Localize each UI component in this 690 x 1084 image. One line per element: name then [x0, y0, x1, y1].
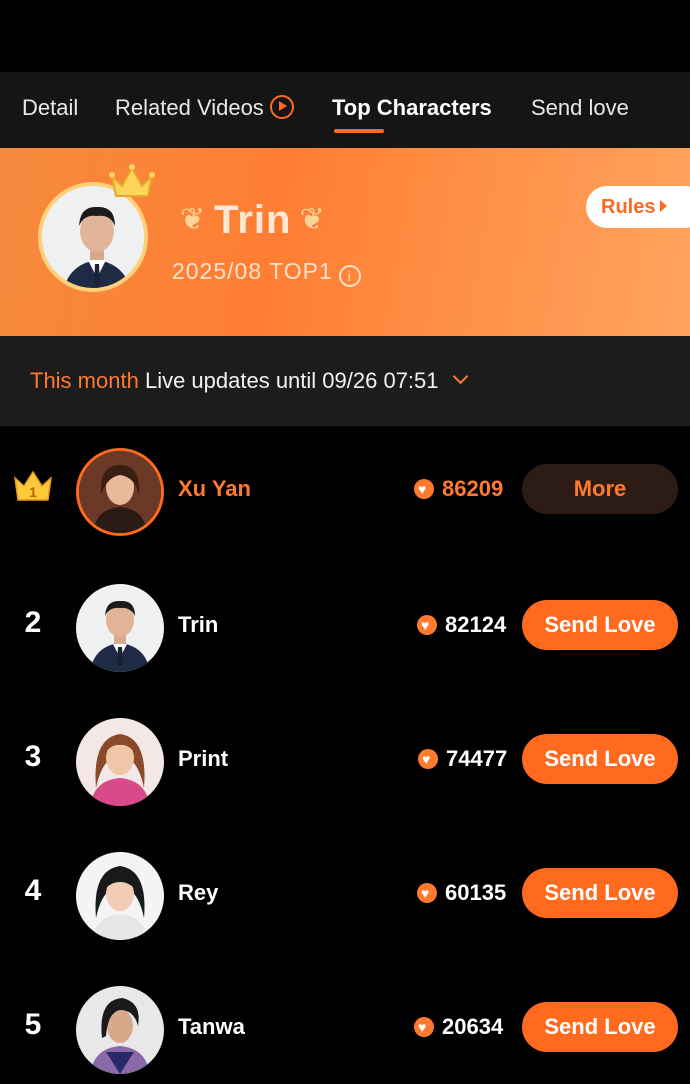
character-name: Xu Yan — [178, 476, 251, 501]
rank-number: 4 — [24, 874, 42, 907]
avatar[interactable] — [76, 986, 164, 1074]
character-name: Rey — [178, 880, 219, 905]
rank-number: 3 — [24, 740, 42, 773]
love-score: 74477 — [418, 746, 507, 772]
love-score: 82124 — [417, 612, 506, 638]
character-name: Tanwa — [178, 1014, 245, 1039]
period-live-updates: Live updates until 09/26 07:51 — [144, 368, 439, 393]
rank-crown-number: 1 — [29, 484, 37, 500]
tab-bar: Detail Related Videos Top Characters Sen… — [0, 72, 690, 148]
top-character-rank: 2025/08 TOP1 — [172, 258, 333, 284]
character-name: Trin — [178, 612, 219, 637]
rank-number: 5 — [24, 1008, 42, 1041]
heart-icon — [417, 883, 437, 903]
period-month: This month — [30, 368, 139, 393]
period-text: This month Live updates until 09/26 07:5… — [30, 368, 468, 394]
top-character-rank-row: 2025/08 TOP1 i — [172, 258, 361, 287]
rules-button-label: Rules — [601, 196, 656, 218]
love-score-value: 82124 — [445, 612, 507, 637]
rank-crown-icon: 1 — [13, 470, 53, 501]
caret-right-icon — [660, 200, 668, 212]
love-score-value: 74477 — [446, 746, 508, 771]
avatar[interactable] — [76, 852, 164, 940]
heart-icon — [414, 1017, 434, 1037]
ranking-row-3: 3 Print 74477 Send Love — [0, 708, 690, 818]
send-love-button[interactable]: Send Love — [522, 1002, 678, 1052]
top-character-name-row: ❦ Trin ❦ — [172, 198, 334, 243]
active-tab-indicator — [334, 129, 384, 133]
tab-send-love[interactable]: Send love — [531, 94, 629, 122]
avatar[interactable] — [76, 718, 164, 806]
ranking-row-1: 1 Xu Yan 86209 More — [0, 438, 690, 548]
more-button[interactable]: More — [522, 464, 678, 514]
heart-icon — [418, 749, 438, 769]
laurel-left-icon: ❦ — [180, 203, 207, 236]
rank-number: 2 — [24, 606, 42, 639]
love-score-value: 60135 — [445, 880, 507, 905]
avatar[interactable] — [76, 584, 164, 672]
send-love-button[interactable]: Send Love — [522, 868, 678, 918]
tab-detail[interactable]: Detail — [22, 94, 78, 122]
send-love-button[interactable]: Send Love — [522, 734, 678, 784]
top-character-name: Trin — [214, 198, 292, 242]
period-selector[interactable]: This month Live updates until 09/26 07:5… — [0, 336, 690, 426]
heart-icon — [417, 615, 437, 635]
love-score: 20634 — [414, 1014, 503, 1040]
ranking-row-5: 5 Tanwa 20634 Send Love — [0, 976, 690, 1084]
tab-related-videos[interactable]: Related Videos — [115, 94, 294, 122]
crown-icon — [109, 164, 155, 197]
send-love-button[interactable]: Send Love — [522, 600, 678, 650]
love-score-value: 20634 — [442, 1014, 504, 1039]
tab-top-characters[interactable]: Top Characters — [332, 94, 492, 122]
ranking-row-4: 4 Rey 60135 Send Love — [0, 842, 690, 952]
top-character-banner: ❦ Trin ❦ 2025/08 TOP1 i Rules — [0, 148, 690, 336]
info-icon[interactable]: i — [338, 265, 361, 287]
love-score: 60135 — [417, 880, 506, 906]
heart-icon — [414, 479, 434, 499]
ranking-row-2: 2 Trin 82124 Send Love — [0, 574, 690, 684]
tab-related-videos-label: Related Videos — [115, 95, 264, 120]
play-icon — [269, 95, 294, 119]
avatar[interactable] — [76, 448, 164, 536]
chevron-down-icon — [452, 368, 468, 385]
character-name: Print — [178, 746, 229, 771]
love-score: 86209 — [414, 476, 503, 502]
love-score-value: 86209 — [442, 476, 504, 501]
rules-button[interactable]: Rules — [586, 186, 690, 228]
laurel-right-icon: ❦ — [299, 203, 326, 236]
